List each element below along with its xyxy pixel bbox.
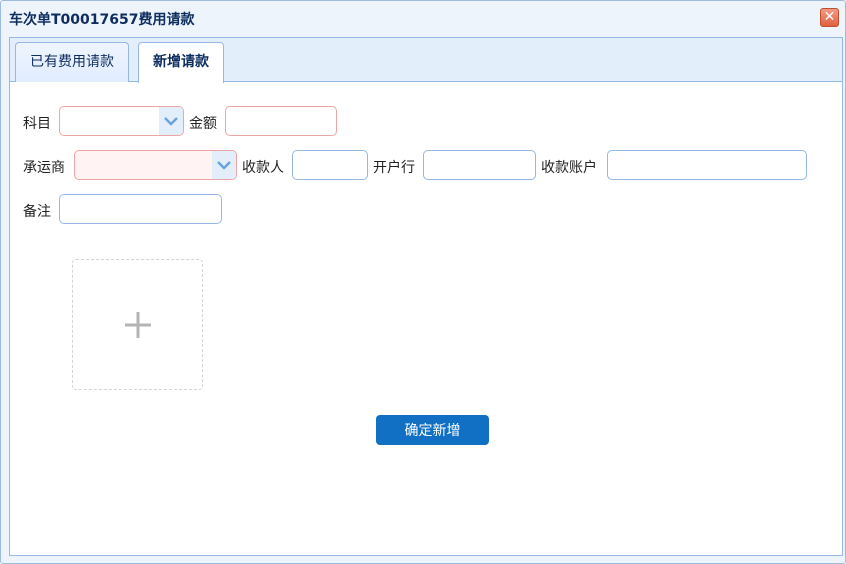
tab-bar: 已有费用请款 新增请款 xyxy=(10,38,842,83)
remark-label: 备注 xyxy=(23,204,51,220)
tab-existing-requests[interactable]: 已有费用请款 xyxy=(15,42,129,82)
chevron-down-icon[interactable] xyxy=(212,151,236,179)
plus-icon xyxy=(125,312,151,338)
bank-input[interactable] xyxy=(423,150,536,180)
amount-input[interactable] xyxy=(225,106,337,136)
title-bar: 车次单T00017657费用请款 ✕ xyxy=(1,1,845,35)
account-input[interactable] xyxy=(607,150,807,180)
payee-label: 收款人 xyxy=(242,160,284,176)
close-button[interactable]: ✕ xyxy=(820,8,839,27)
amount-label: 金额 xyxy=(189,116,217,132)
dialog-title: 车次单T00017657费用请款 xyxy=(9,12,195,28)
carrier-label: 承运商 xyxy=(23,160,65,176)
payee-input[interactable] xyxy=(292,150,368,180)
bank-label: 开户行 xyxy=(373,160,415,176)
chevron-down-icon[interactable] xyxy=(159,107,183,135)
tab-new-request[interactable]: 新增请款 xyxy=(138,42,224,83)
image-upload-box[interactable] xyxy=(72,259,203,390)
tab-label: 新增请款 xyxy=(153,54,209,70)
dialog-window: 车次单T00017657费用请款 ✕ 已有费用请款 新增请款 科目 金额 承运商 xyxy=(0,0,846,564)
carrier-combobox[interactable] xyxy=(74,150,237,180)
subject-label: 科目 xyxy=(23,116,51,132)
close-icon: ✕ xyxy=(823,9,836,25)
confirm-add-button[interactable]: 确定新增 xyxy=(376,415,489,445)
subject-combobox[interactable] xyxy=(59,106,184,136)
tab-panel: 已有费用请款 新增请款 科目 金额 承运商 收款人 开户行 收款账户 备注 确定… xyxy=(9,37,843,556)
tab-label: 已有费用请款 xyxy=(30,54,114,70)
remark-input[interactable] xyxy=(59,194,222,224)
account-label: 收款账户 xyxy=(541,160,597,176)
